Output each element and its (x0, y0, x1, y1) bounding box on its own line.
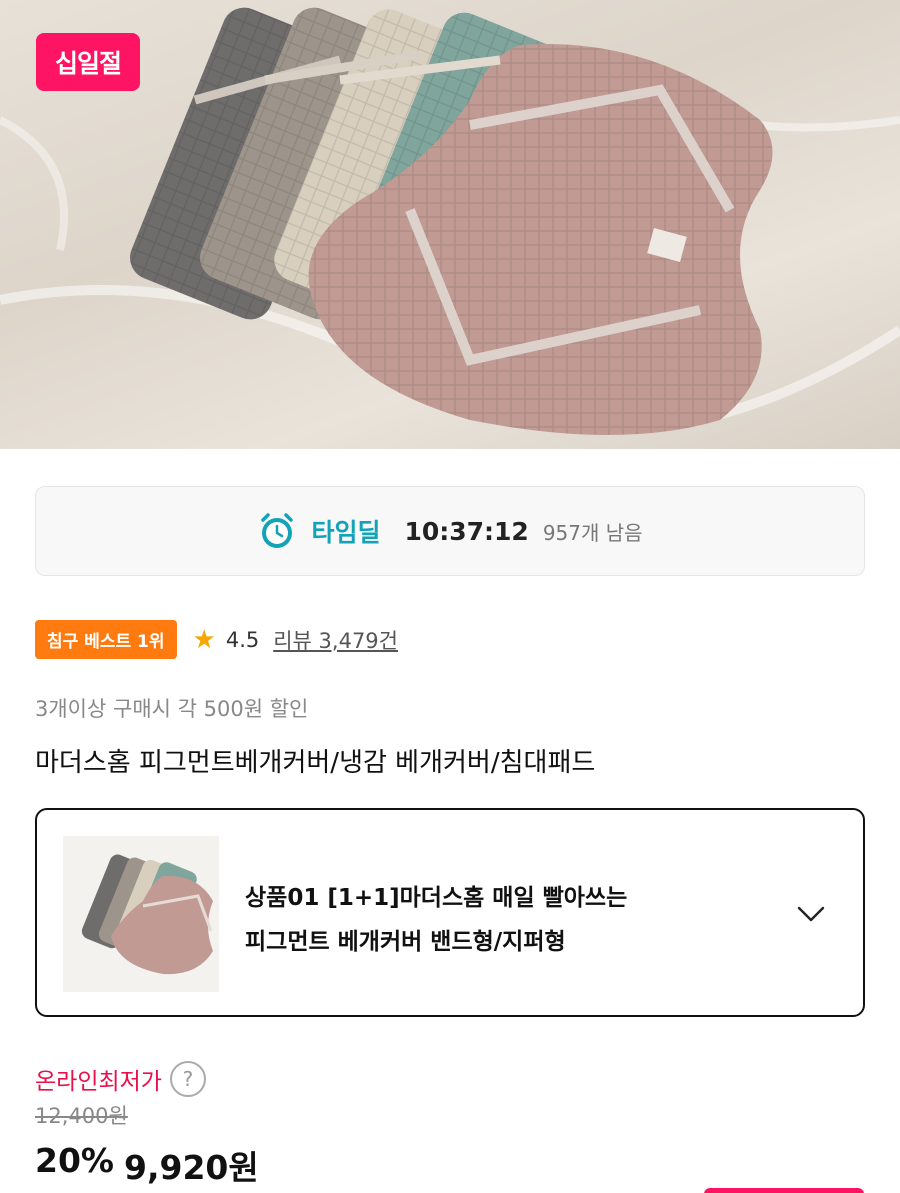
bottom-action-edge[interactable] (704, 1188, 864, 1193)
alarm-clock-icon (261, 513, 294, 548)
original-price: 12,400원 (35, 1104, 128, 1128)
timedeal-label: 타임딜 (311, 518, 381, 547)
timedeal-countdown: 10:37:12 (404, 516, 529, 546)
discount-rate: 20% (35, 1141, 114, 1180)
promo-badge: 십일절 (36, 33, 140, 91)
option-thumbnail (63, 836, 219, 992)
rank-badge[interactable]: 침구 베스트 1위 (35, 620, 177, 659)
help-icon[interactable]: ? (169, 1061, 206, 1097)
rank-rating-row: 침구 베스트 1위 ★ 4.5 리뷰 3,479건 (35, 620, 398, 659)
bulk-discount-text: 3개이상 구매시 각 500원 할인 (35, 697, 309, 721)
star-icon: ★ (192, 624, 216, 655)
timedeal-bar: 타임딜 10:37:12 957개 남음 (35, 486, 865, 576)
lowest-price-label-row: 온라인최저가 ? (35, 1061, 206, 1097)
option-text: 상품01 [1+1]마더스홈 매일 빨아쓰는 피그먼트 베개커버 밴드형/지퍼형 (245, 876, 627, 964)
final-price-row: 20% 9,920원 (35, 1141, 259, 1189)
rating-value: 4.5 (225, 627, 260, 652)
option-line-1: 상품01 [1+1]마더스홈 매일 빨아쓰는 (245, 885, 628, 911)
reviews-link[interactable]: 리뷰 3,479건 (273, 625, 398, 655)
chevron-down-icon[interactable] (795, 898, 827, 930)
option-selector[interactable]: 상품01 [1+1]마더스홈 매일 빨아쓰는 피그먼트 베개커버 밴드형/지퍼형 (35, 808, 865, 1017)
timedeal-remaining: 957개 남음 (542, 520, 643, 545)
option-thumbnail-illustration (81, 854, 213, 975)
option-line-2: 피그먼트 베개커버 밴드형/지퍼형 (245, 929, 566, 955)
product-hero-image: 십일절 (0, 0, 900, 449)
product-title: 마더스홈 피그먼트베개커버/냉감 베개커버/침대패드 (35, 748, 596, 778)
lowest-price-label: 온라인최저가 (35, 1069, 162, 1095)
final-price: 9,920원 (124, 1148, 259, 1187)
